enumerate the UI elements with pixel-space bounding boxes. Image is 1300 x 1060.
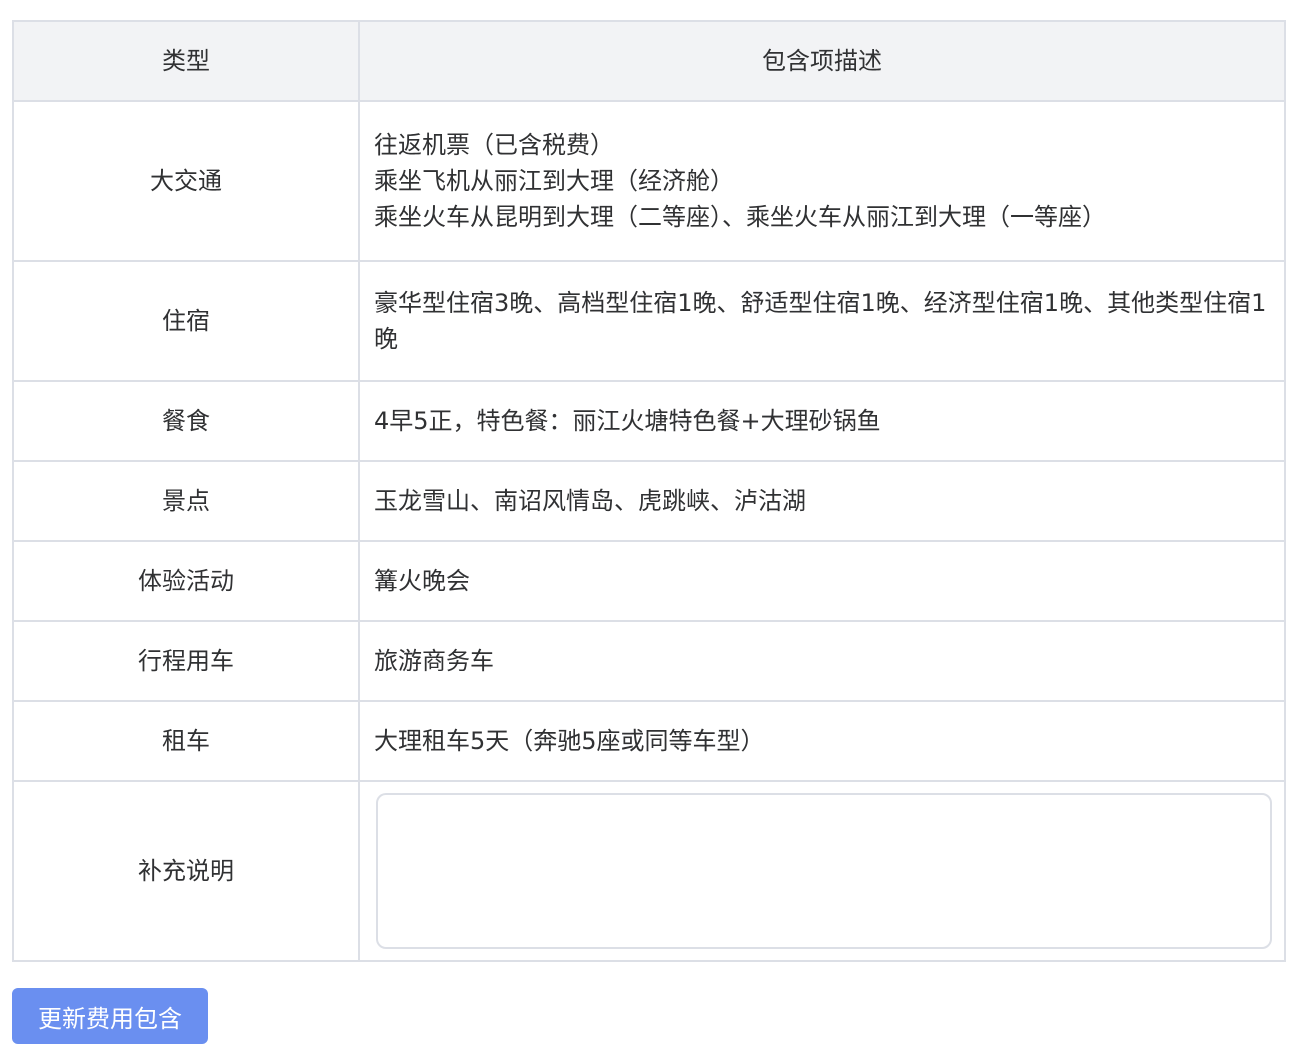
row-description: 玉龙雪山、南诏风情岛、虎跳峡、泸沽湖 (358, 460, 1286, 542)
table-row-note: 补充说明 (12, 780, 1286, 962)
row-type-label: 体验活动 (12, 540, 360, 622)
description-line: 旅游商务车 (374, 647, 494, 675)
update-fee-include-button[interactable]: 更新费用包含 (12, 988, 208, 1044)
row-description: 往返机票（已含税费） 乘坐飞机从丽江到大理（经济舱） 乘坐火车从昆明到大理（二等… (358, 100, 1286, 262)
fee-include-panel: 类型 包含项描述 大交通 往返机票（已含税费） 乘坐飞机从丽江到大理（经济舱） … (12, 20, 1286, 962)
table-row: 行程用车 旅游商务车 (12, 620, 1286, 702)
row-type-label: 行程用车 (12, 620, 360, 702)
note-cell (358, 780, 1286, 962)
row-description: 旅游商务车 (358, 620, 1286, 702)
table-row: 体验活动 篝火晚会 (12, 540, 1286, 622)
table-row: 大交通 往返机票（已含税费） 乘坐飞机从丽江到大理（经济舱） 乘坐火车从昆明到大… (12, 100, 1286, 262)
table-row: 住宿 豪华型住宿3晚、高档型住宿1晚、舒适型住宿1晚、经济型住宿1晚、其他类型住… (12, 260, 1286, 382)
fee-include-table: 类型 包含项描述 大交通 往返机票（已含税费） 乘坐飞机从丽江到大理（经济舱） … (12, 20, 1286, 962)
row-type-label: 餐食 (12, 380, 360, 462)
description-line: 4早5正，特色餐：丽江火塘特色餐+大理砂锅鱼 (374, 407, 881, 435)
row-description: 大理租车5天（奔驰5座或同等车型） (358, 700, 1286, 782)
description-line: 篝火晚会 (374, 567, 470, 595)
column-header-type: 类型 (12, 20, 360, 102)
table-row: 餐食 4早5正，特色餐：丽江火塘特色餐+大理砂锅鱼 (12, 380, 1286, 462)
table-header-row: 类型 包含项描述 (12, 20, 1286, 102)
description-line: 豪华型住宿3晚、高档型住宿1晚、舒适型住宿1晚、经济型住宿1晚、其他类型住宿1晚 (374, 289, 1267, 353)
row-description: 豪华型住宿3晚、高档型住宿1晚、舒适型住宿1晚、经济型住宿1晚、其他类型住宿1晚 (358, 260, 1286, 382)
row-type-label: 大交通 (12, 100, 360, 262)
row-type-label: 景点 (12, 460, 360, 542)
description-line: 乘坐火车从昆明到大理（二等座）、乘坐火车从丽江到大理（一等座） (374, 203, 1106, 231)
table-row: 租车 大理租车5天（奔驰5座或同等车型） (12, 700, 1286, 782)
note-textarea[interactable] (376, 793, 1272, 949)
note-label: 补充说明 (12, 780, 360, 962)
row-type-label: 住宿 (12, 260, 360, 382)
row-type-label: 租车 (12, 700, 360, 782)
description-line: 玉龙雪山、南诏风情岛、虎跳峡、泸沽湖 (374, 487, 806, 515)
description-line: 乘坐飞机从丽江到大理（经济舱） (374, 167, 734, 195)
row-description: 4早5正，特色餐：丽江火塘特色餐+大理砂锅鱼 (358, 380, 1286, 462)
row-description: 篝火晚会 (358, 540, 1286, 622)
description-line: 大理租车5天（奔驰5座或同等车型） (374, 727, 765, 755)
table-row: 景点 玉龙雪山、南诏风情岛、虎跳峡、泸沽湖 (12, 460, 1286, 542)
description-line: 往返机票（已含税费） (374, 131, 614, 159)
column-header-description: 包含项描述 (358, 20, 1286, 102)
